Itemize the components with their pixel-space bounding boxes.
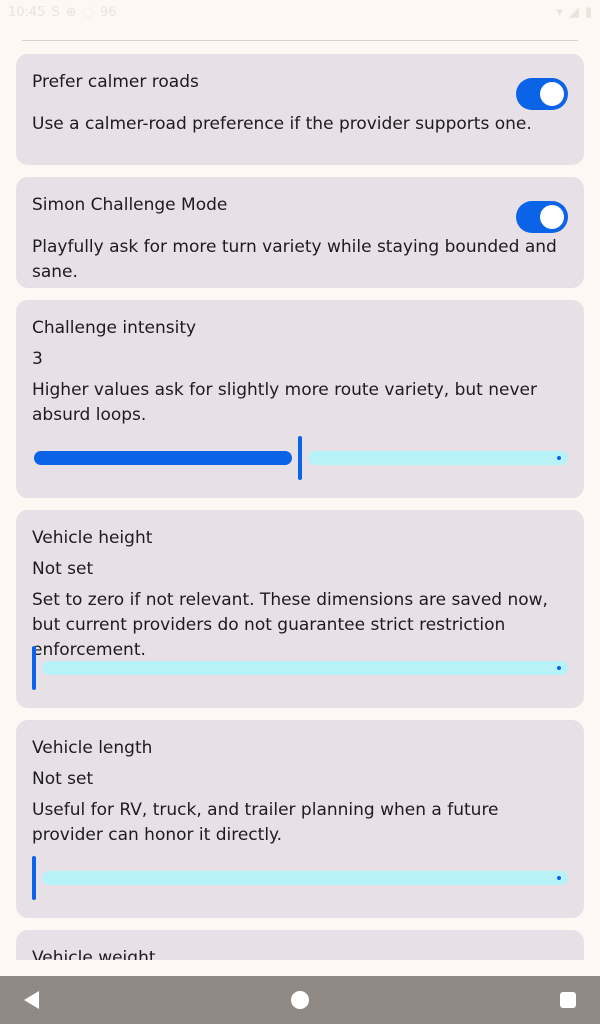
system-nav-bar [0, 976, 600, 1024]
slider-thumb[interactable] [298, 436, 302, 480]
battery-icon: ▮ [584, 4, 592, 20]
challenge-intensity-card: Challenge intensity 3 Higher values ask … [16, 300, 584, 498]
challenge-intensity-slider[interactable] [32, 436, 568, 480]
slider-thumb[interactable] [32, 646, 36, 690]
status-bar: 10:45 S ⊕ ◌ 96 ▾ ◢ ▮ [0, 0, 600, 24]
switch-knob [540, 205, 564, 229]
vehicle-weight-card: Vehicle weight [16, 930, 584, 960]
settings-scroll-area[interactable]: 10:45 S ⊕ ◌ 96 ▾ ◢ ▮ Prefer calmer roads… [0, 0, 600, 960]
vehicle-length-description: Useful for RV, truck, and trailer planni… [32, 800, 499, 845]
calmer-roads-title: Prefer calmer roads [32, 72, 199, 92]
home-icon[interactable] [291, 991, 309, 1009]
simon-mode-description: Playfully ask for more turn variety whil… [32, 237, 557, 282]
section-divider [22, 40, 578, 41]
slider-stop-indicator [557, 456, 561, 460]
calmer-roads-card[interactable]: Prefer calmer roads Use a calmer-road pr… [16, 54, 584, 165]
challenge-intensity-title: Challenge intensity [32, 318, 197, 338]
recents-icon[interactable] [560, 992, 576, 1008]
status-icon-s: S [51, 4, 60, 20]
simon-mode-switch[interactable] [516, 201, 568, 233]
simon-mode-card[interactable]: Simon Challenge Mode Playfully ask for m… [16, 177, 584, 288]
vehicle-height-title: Vehicle height [32, 528, 153, 548]
vehicle-height-slider[interactable] [32, 646, 568, 690]
slider-stop-indicator [557, 666, 561, 670]
status-icon-count: 96 [99, 4, 117, 20]
vehicle-length-value: Not set [32, 769, 94, 789]
wifi-icon: ▾ [556, 4, 563, 20]
status-icon-circle: ◌ [82, 4, 94, 20]
slider-inactive-track [308, 451, 568, 465]
back-icon[interactable] [24, 991, 39, 1009]
calmer-roads-description: Use a calmer-road preference if the prov… [32, 114, 532, 134]
simon-mode-title: Simon Challenge Mode [32, 195, 228, 215]
calmer-roads-switch[interactable] [516, 78, 568, 110]
vehicle-length-card: Vehicle length Not set Useful for RV, tr… [16, 720, 584, 918]
vehicle-length-slider[interactable] [32, 856, 568, 900]
slider-inactive-track [42, 661, 568, 675]
challenge-intensity-value: 3 [32, 349, 43, 369]
slider-active-track [34, 451, 292, 465]
vehicle-height-card: Vehicle height Not set Set to zero if no… [16, 510, 584, 708]
switch-knob [540, 82, 564, 106]
signal-icon: ◢ [568, 4, 579, 20]
status-icon-sync: ⊕ [65, 4, 77, 20]
vehicle-weight-title: Vehicle weight [32, 948, 156, 960]
challenge-intensity-description: Higher values ask for slightly more rout… [32, 380, 537, 425]
status-time: 10:45 [8, 4, 46, 20]
vehicle-length-title: Vehicle length [32, 738, 153, 758]
slider-stop-indicator [557, 876, 561, 880]
vehicle-height-value: Not set [32, 559, 94, 579]
slider-inactive-track [42, 871, 568, 885]
slider-thumb[interactable] [32, 856, 36, 900]
